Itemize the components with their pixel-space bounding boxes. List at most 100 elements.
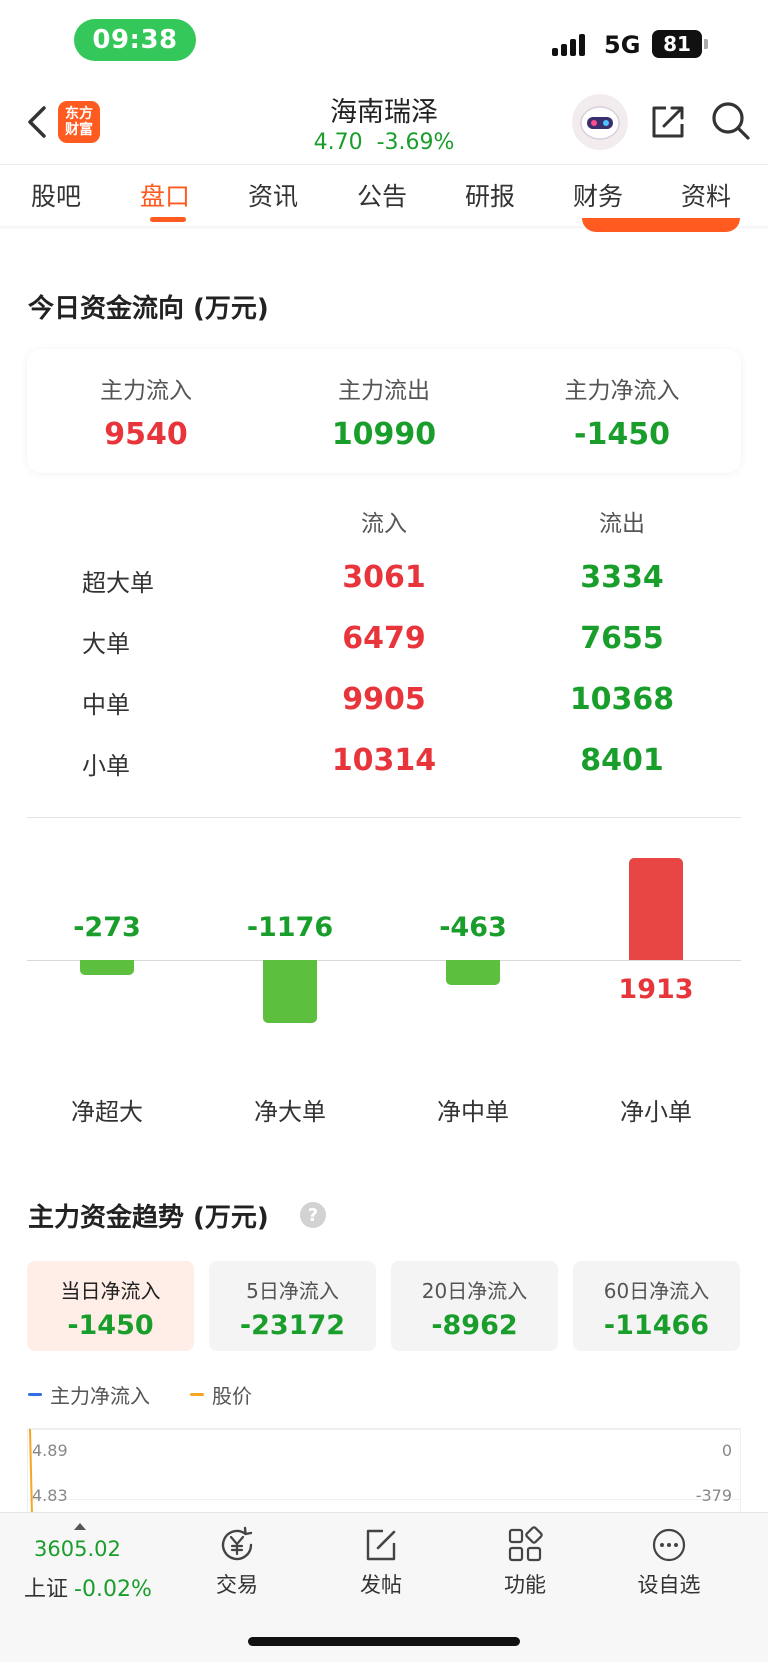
trade-label: 交易 (216, 1573, 258, 1597)
back-button[interactable] (22, 102, 52, 142)
share-button[interactable] (648, 102, 688, 142)
active-tab-indicator (150, 217, 186, 222)
trend-chart[interactable]: 4.89 4.83 0 -379 (27, 1428, 741, 1515)
trend-tab-value: -8962 (431, 1310, 518, 1341)
legend-swatch (28, 1392, 42, 1396)
robot-icon (580, 106, 620, 140)
chart-category-label: 净小单 (620, 1098, 692, 1126)
table-cell-outflow: 3334 (580, 560, 664, 595)
fund-flow-title: 今日资金流向 (万元) (28, 294, 269, 324)
floating-button-edge[interactable] (582, 218, 740, 232)
main-outflow-value: 10990 (331, 417, 437, 452)
signal-icon (552, 32, 592, 56)
trend-tab-label: 20日净流入 (421, 1279, 528, 1303)
fund-flow-summary-card: 主力流入 9540 主力流出 10990 主力净流入 -1450 (27, 349, 741, 473)
trade-button[interactable]: 交易 (187, 1525, 287, 1599)
trend-tab-value: -11466 (603, 1310, 710, 1341)
right-tick: 0 (721, 1441, 732, 1460)
flow-header-inflow: 流入 (361, 511, 407, 537)
chart-bar-value: -463 (439, 912, 507, 943)
main-inflow: 主力流入 9540 (46, 371, 246, 452)
stock-quote: 4.70 -3.69% (234, 130, 534, 155)
status-bar: 09:38 5G 81 (0, 0, 768, 80)
table-row-label: 超大单 (82, 569, 154, 597)
main-net-inflow: 主力净流入 -1450 (522, 371, 722, 452)
trend-tab-20d[interactable]: 20日净流入 -8962 (391, 1261, 558, 1351)
share-icon (652, 106, 684, 138)
ai-assistant-button[interactable] (572, 94, 628, 150)
tab-announcements[interactable]: 公告 (357, 177, 407, 213)
functions-button[interactable]: 功能 (475, 1525, 575, 1599)
tab-finance[interactable]: 财务 (573, 177, 623, 213)
table-cell-inflow: 6479 (342, 621, 426, 656)
table-cell-inflow: 3061 (342, 560, 426, 595)
tab-guba[interactable]: 股吧 (31, 177, 81, 213)
chart-bar (263, 960, 317, 1023)
logo-text-line2: 财富 (65, 122, 93, 138)
main-inflow-value: 9540 (104, 417, 188, 452)
home-indicator[interactable] (248, 1637, 520, 1646)
legend-label: 主力净流入 (50, 1383, 150, 1408)
chart-category-label: 净大单 (254, 1098, 326, 1126)
chart-gridline (28, 1429, 740, 1430)
chart-bar (629, 858, 683, 960)
logo-text-line1: 东方 (65, 106, 93, 122)
status-time: 09:38 (74, 19, 196, 61)
main-net-inflow-value: -1450 (574, 417, 670, 452)
stock-price: 4.70 (313, 130, 363, 155)
table-cell-outflow: 7655 (580, 621, 664, 656)
expand-up-icon[interactable] (74, 1523, 86, 1530)
trend-tab-label: 5日净流入 (246, 1279, 339, 1303)
chart-bar-value: 1913 (618, 974, 694, 1005)
chevron-left-icon (28, 106, 46, 138)
stock-change: -3.69% (376, 130, 455, 155)
trend-tab-label: 当日净流入 (60, 1279, 161, 1303)
functions-label: 功能 (504, 1573, 546, 1597)
more-circle-icon (652, 1528, 686, 1562)
trend-tab-60d[interactable]: 60日净流入 -11466 (573, 1261, 740, 1351)
table-row-label: 中单 (82, 691, 130, 719)
left-tick: 4.89 (32, 1441, 68, 1460)
stock-name: 海南瑞泽 (330, 97, 438, 128)
index-value[interactable]: 3605.02 (34, 1537, 121, 1561)
trend-tab-5d[interactable]: 5日净流入 -23172 (209, 1261, 376, 1351)
net-flow-bar-chart: -273 净超大 -1176 净大单 -463 净中单 1913 净小单 (0, 830, 768, 1130)
tab-profile[interactable]: 资料 (681, 177, 731, 213)
table-cell-outflow: 8401 (580, 743, 664, 778)
battery-tip (704, 39, 708, 49)
index-ticker[interactable]: 上证 -0.02% (24, 1571, 152, 1603)
left-tick: 4.83 (32, 1486, 68, 1505)
search-button[interactable] (710, 100, 752, 142)
chart-bar-value: -273 (73, 912, 141, 943)
battery-icon: 81 (652, 30, 702, 58)
post-button[interactable]: 发帖 (331, 1525, 431, 1599)
index-name: 上证 (24, 1577, 69, 1602)
app-logo[interactable]: 东方 财富 (58, 101, 100, 143)
chart-bar (446, 960, 500, 985)
add-watchlist-button[interactable]: 设自选 (619, 1525, 719, 1599)
network-type: 5G (604, 31, 641, 59)
trend-tab-today[interactable]: 当日净流入 -1450 (27, 1261, 194, 1351)
nav-bar: 东方 财富 海南瑞泽 4.70 -3.69% (0, 80, 768, 164)
trend-title: 主力资金趋势 (万元) (28, 1203, 269, 1233)
main-outflow-label: 主力流出 (338, 378, 430, 404)
tab-research[interactable]: 研报 (465, 177, 515, 213)
flow-header-outflow: 流出 (599, 511, 645, 537)
main-inflow-label: 主力流入 (100, 378, 192, 404)
trade-yen-icon (221, 1526, 253, 1561)
chart-category-label: 净中单 (437, 1098, 509, 1126)
grid-icon (508, 1526, 543, 1562)
help-icon[interactable]: ? (300, 1202, 326, 1228)
chart-gridline (28, 1499, 740, 1500)
search-icon (712, 102, 750, 140)
tab-news[interactable]: 资讯 (248, 177, 298, 213)
legend-label: 股价 (212, 1383, 252, 1408)
chart-category-label: 净超大 (71, 1098, 143, 1126)
chart-bar (80, 960, 134, 975)
index-change: -0.02% (74, 1577, 152, 1602)
legend-swatch (190, 1392, 204, 1396)
main-outflow: 主力流出 10990 (284, 371, 484, 452)
tab-pankou[interactable]: 盘口 (140, 177, 190, 213)
legend-item-main-net: 主力净流入 (28, 1380, 150, 1409)
section-divider (27, 817, 741, 818)
